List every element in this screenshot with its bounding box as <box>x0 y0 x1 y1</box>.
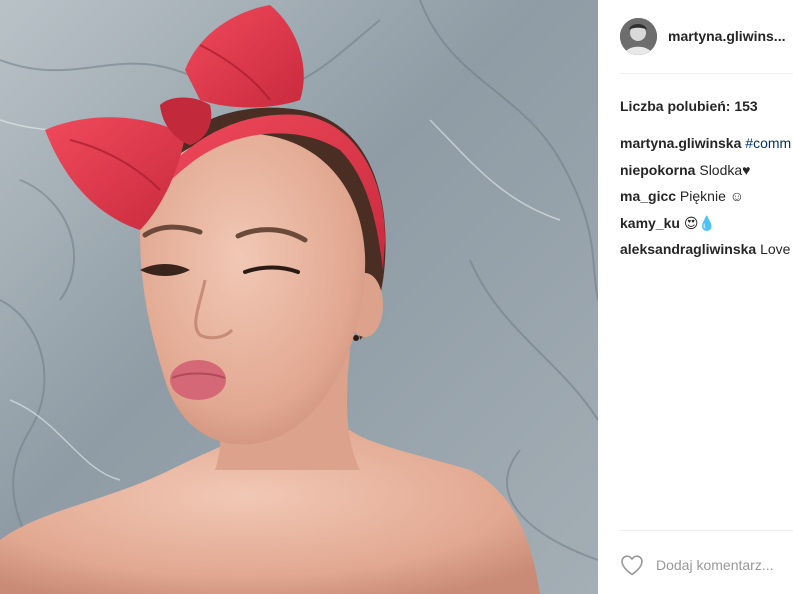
comment-item: kamy_ku 😍💧 <box>620 214 793 232</box>
post-header: martyna.gliwins... <box>620 16 793 56</box>
comments-list: martyna.gliwinska #comm niepokorna Slodk… <box>620 134 793 267</box>
comment-author[interactable]: niepokorna <box>620 162 695 178</box>
comment-item: niepokorna Slodka♥ <box>620 161 793 179</box>
comment-author[interactable]: aleksandragliwinska <box>620 241 756 257</box>
likes-count[interactable]: Liczba polubień: 153 <box>620 98 758 114</box>
post-photo-illustration <box>0 0 598 594</box>
avatar-image <box>620 17 657 55</box>
comment-item: martyna.gliwinska #comm <box>620 134 793 152</box>
post-sidebar: martyna.gliwins... Liczba polubień: 153 … <box>598 0 793 594</box>
comment-author[interactable]: martyna.gliwinska <box>620 135 741 151</box>
post-author-username[interactable]: martyna.gliwins... <box>668 28 785 44</box>
post-photo[interactable] <box>0 0 598 594</box>
comment-text: Love <box>756 241 791 257</box>
post-footer <box>620 553 793 577</box>
comment-author[interactable]: kamy_ku <box>620 215 680 231</box>
comment-text: Slodka♥ <box>695 161 751 178</box>
heart-outline-icon[interactable] <box>620 554 644 576</box>
comment-text: 😍💧 <box>679 214 716 231</box>
avatar[interactable] <box>620 17 657 55</box>
comment-author[interactable]: ma_gicc <box>620 188 676 204</box>
footer-divider <box>620 530 793 531</box>
header-divider <box>620 73 793 74</box>
comment-item: ma_gicc Pięknie ☺ <box>620 187 793 205</box>
comment-hashtag[interactable]: #comm <box>741 135 791 151</box>
comment-item: aleksandragliwinska Love <box>620 240 793 258</box>
comment-text: Pięknie ☺ <box>676 188 745 204</box>
add-comment-input[interactable] <box>656 557 786 573</box>
